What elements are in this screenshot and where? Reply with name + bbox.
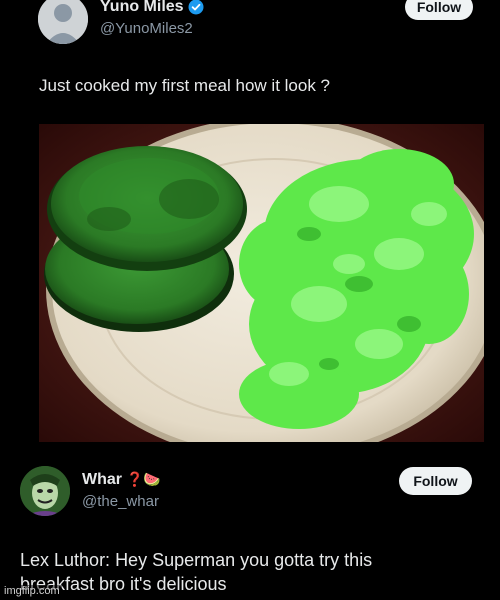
tweet-text-line: Lex Luthor: Hey Superman you gotta try t… bbox=[20, 550, 373, 570]
green-breakfast-photo bbox=[39, 124, 484, 442]
tweet-photo[interactable] bbox=[39, 124, 484, 442]
character-avatar-icon bbox=[20, 466, 70, 516]
display-name-text[interactable]: Whar bbox=[82, 471, 122, 489]
avatar[interactable] bbox=[20, 466, 70, 516]
tweet-text: Just cooked my first meal how it look ? bbox=[39, 76, 331, 95]
tweet-text: Lex Luthor: Hey Superman you gotta try t… bbox=[20, 548, 372, 596]
tweet-post: Yuno Miles @YunoMiles2 Follow Just cooke… bbox=[0, 0, 500, 450]
imgflip-watermark: imgflip.com bbox=[2, 585, 62, 597]
tweet-text-line: breakfast bro it's delicious bbox=[20, 574, 227, 594]
display-name[interactable]: Whar ❓🍉 bbox=[82, 471, 161, 489]
user-handle[interactable]: @YunoMiles2 bbox=[100, 20, 193, 37]
avatar[interactable] bbox=[38, 0, 88, 44]
display-name[interactable]: Yuno Miles bbox=[100, 0, 204, 16]
display-name-text[interactable]: Yuno Miles bbox=[100, 0, 184, 16]
tweet-post: Whar ❓🍉 @the_whar Follow Lex Luthor: Hey… bbox=[0, 450, 500, 600]
follow-button[interactable]: Follow bbox=[405, 0, 473, 20]
verified-badge-icon bbox=[188, 0, 204, 15]
name-emojis: ❓🍉 bbox=[126, 472, 161, 488]
user-handle[interactable]: @the_whar bbox=[82, 493, 159, 510]
follow-button[interactable]: Follow bbox=[399, 467, 472, 495]
default-avatar-icon bbox=[38, 0, 88, 44]
